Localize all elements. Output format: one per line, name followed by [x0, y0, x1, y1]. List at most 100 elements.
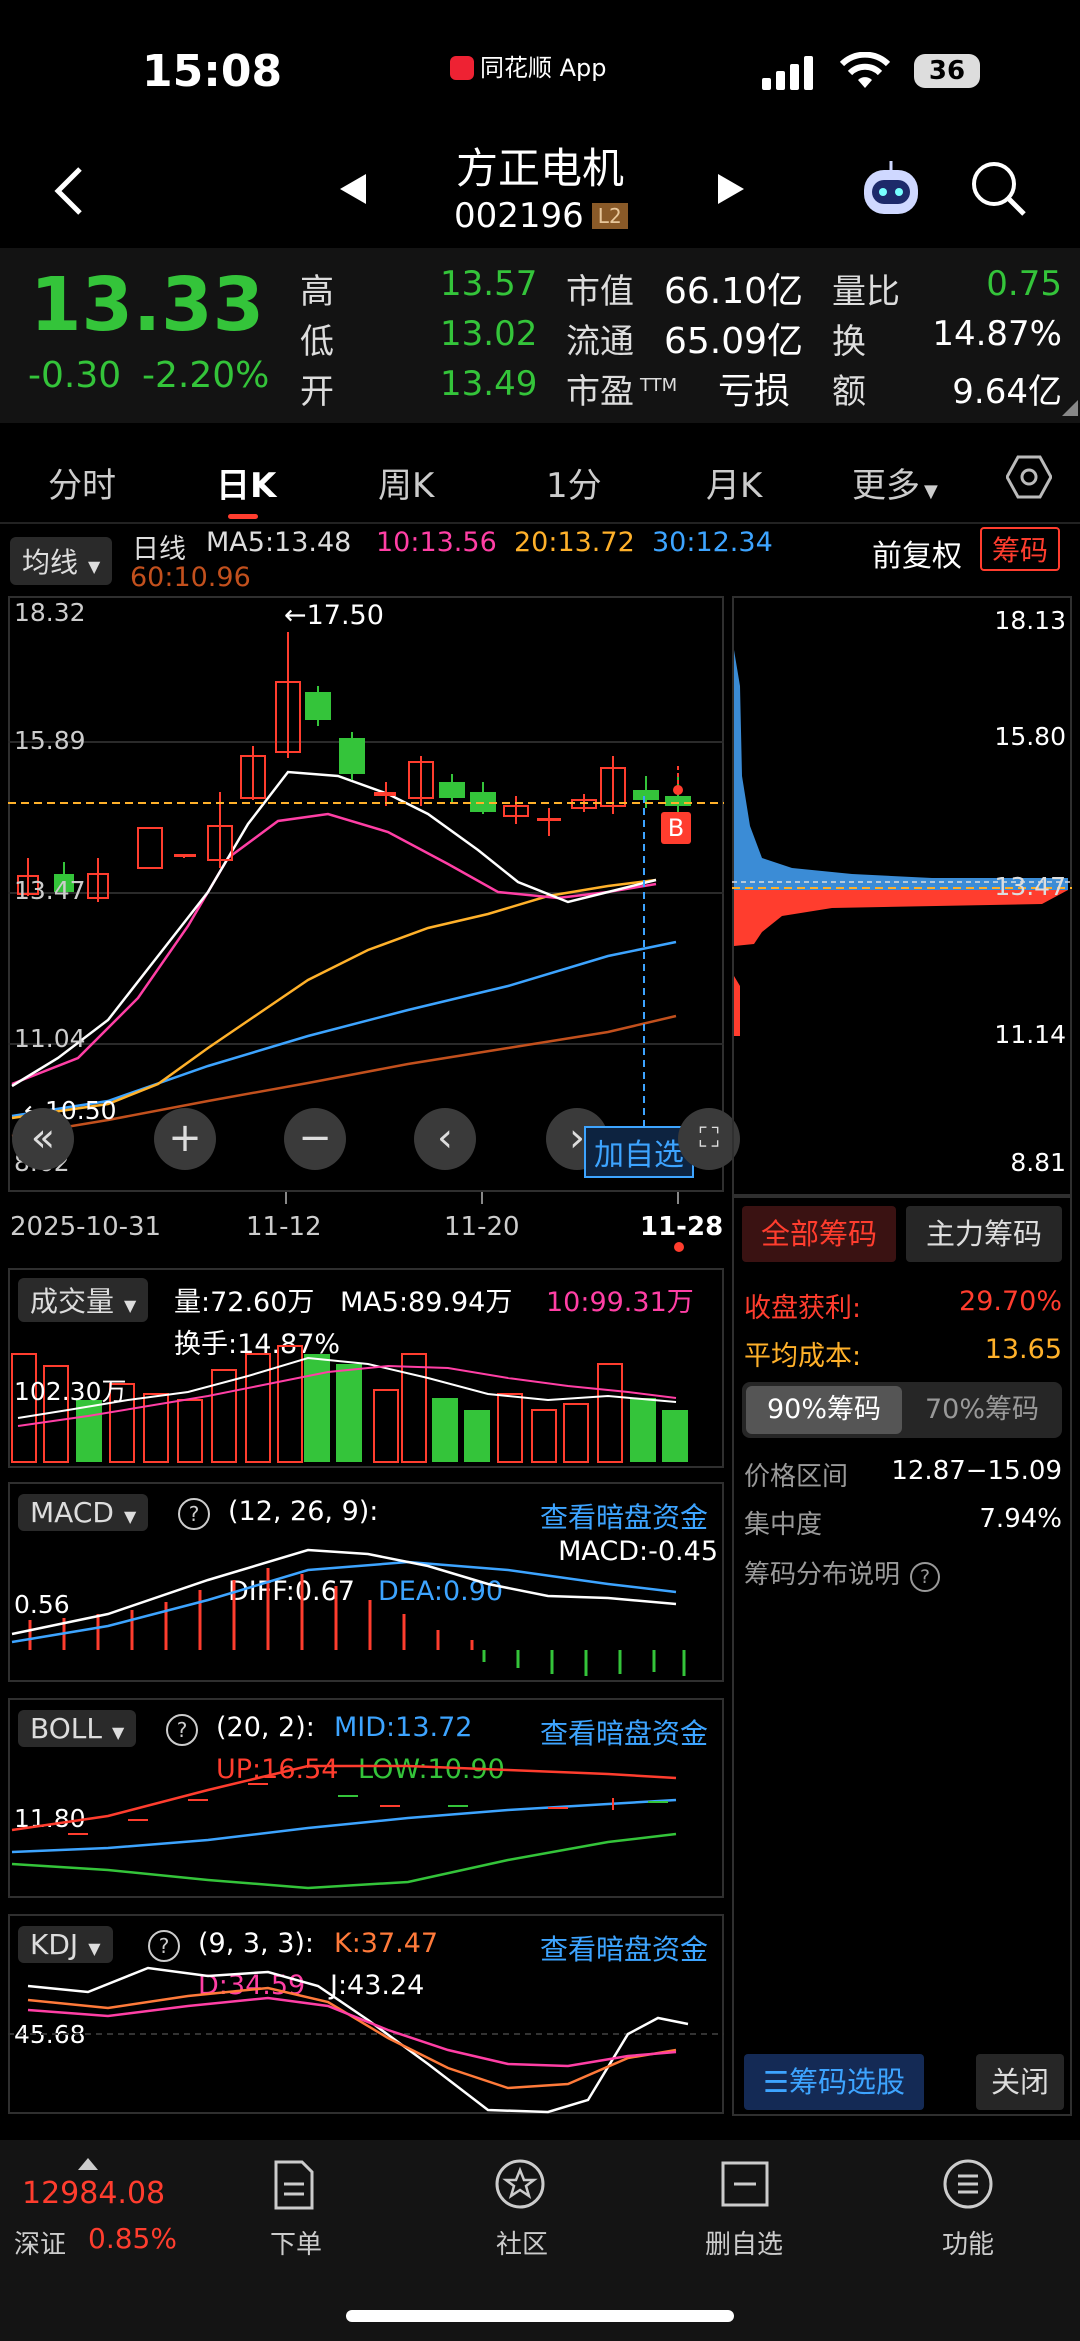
scroll-left-button[interactable]: ‹ — [414, 1108, 476, 1170]
tab-monthly-k[interactable]: 月K — [706, 458, 762, 507]
boll-mid: MID:13.72 — [334, 1712, 473, 1743]
high-label: 高 — [300, 272, 334, 312]
tab-weekly-k[interactable]: 周K — [378, 458, 434, 507]
tab-more[interactable]: 更多 ▼ — [852, 458, 938, 507]
back-to-app[interactable]: 同花顺 App — [450, 48, 607, 83]
ma5-legend: MA5:13.48 — [206, 527, 352, 558]
kdj-params: (9, 3, 3): — [198, 1928, 315, 1959]
volume-ma5: MA5:89.94万 — [340, 1287, 513, 1318]
y-label-top: 18.32 — [14, 598, 86, 627]
tab-intraday[interactable]: 分时 — [48, 458, 116, 507]
l2-badge: L2 — [591, 203, 628, 229]
open-label: 开 — [300, 372, 334, 412]
float-value: 65.09亿 — [664, 321, 804, 362]
y-label-2: 15.89 — [14, 726, 86, 755]
search-icon[interactable] — [970, 160, 1028, 218]
kdj-help-icon[interactable]: ? — [148, 1930, 180, 1962]
chevron-down-icon: ▼ — [88, 1939, 101, 1958]
index-name: 深证 — [14, 2230, 67, 2260]
chevron-down-icon: ▼ — [111, 1723, 125, 1742]
nav-function[interactable]: 功能 — [898, 2224, 1038, 2261]
high-value: 13.57 — [440, 264, 538, 304]
expand-corner-icon[interactable] — [1062, 400, 1078, 416]
chevron-down-icon: ▼ — [124, 1296, 137, 1315]
battery-indicator: 36 — [914, 54, 980, 88]
float-label: 流通 — [566, 322, 634, 362]
pe-value: 亏损 — [718, 371, 791, 412]
macd-chart — [11, 1548, 686, 1676]
scroll-left-fast-button[interactable]: « — [12, 1108, 74, 1170]
date-current: 11-28 — [640, 1212, 724, 1242]
macd-dark-pool-link[interactable]: 查看暗盘资金 — [540, 1496, 718, 1536]
kdj-indicator-select[interactable]: KDJ ▼ — [18, 1926, 113, 1963]
volume-y-label: 102.30万 — [14, 1377, 127, 1406]
pe-label: 市盈 TTM — [566, 372, 678, 412]
macd-params: (12, 26, 9): — [228, 1496, 379, 1527]
macd-indicator-select[interactable]: MACD ▼ — [18, 1494, 149, 1531]
up-triangle-icon — [78, 2158, 98, 2170]
chevron-down-icon: ▼ — [924, 481, 938, 502]
date-2: 11-12 — [246, 1212, 322, 1242]
low-label: 低 — [300, 322, 334, 362]
date-ticks — [285, 1192, 679, 1204]
indicator-select[interactable]: 均线 ▼ — [10, 537, 113, 585]
stock-code: 002196 L2 — [454, 196, 628, 236]
chevron-down-icon: ▼ — [88, 557, 101, 576]
zoom-out-button[interactable]: − — [284, 1108, 346, 1170]
home-indicator[interactable] — [346, 2310, 734, 2322]
community-icon — [495, 2159, 545, 2209]
function-icon — [943, 2159, 993, 2209]
chip-y-top: 18.13 — [994, 606, 1066, 635]
index-value[interactable]: 12984.08 — [22, 2176, 165, 2211]
tab-daily-k[interactable]: 日K — [216, 458, 276, 507]
y-label-3: 13.47 — [14, 876, 86, 905]
settings-hexagon-icon[interactable] — [1006, 455, 1052, 499]
boll-indicator-select[interactable]: BOLL ▼ — [18, 1710, 137, 1747]
y-label-4: 11.04 — [14, 1024, 86, 1053]
active-tab-indicator — [228, 514, 258, 519]
turnover-value: 14.87% — [932, 314, 1062, 354]
chip-y-3: 13.47 — [994, 872, 1066, 901]
remove-watchlist-icon — [721, 2161, 769, 2207]
adjust-select[interactable]: 前复权 — [872, 531, 962, 575]
next-stock-icon[interactable] — [716, 172, 746, 206]
low-value: 13.02 — [440, 314, 538, 354]
nav-order[interactable]: 下单 — [226, 2224, 366, 2261]
macd-help-icon[interactable]: ? — [178, 1498, 210, 1530]
high-marker: ←17.50 — [284, 600, 384, 631]
ma60-legend: 60:10.96 — [130, 562, 251, 593]
zoom-in-button[interactable]: + — [154, 1108, 216, 1170]
app-icon — [450, 56, 474, 80]
order-icon — [274, 2160, 314, 2210]
open-value: 13.49 — [440, 364, 538, 404]
candles — [17, 632, 691, 902]
current-dot — [674, 1242, 684, 1252]
period-label: 日线 — [132, 534, 186, 565]
turnover-label: 换 — [832, 322, 866, 362]
ma10-legend: 10:13.56 — [376, 527, 497, 558]
vol-ratio-label: 量比 — [832, 272, 900, 312]
boll-chart — [11, 1764, 677, 1890]
index-pct: 0.85% — [88, 2222, 177, 2255]
chip-y-bottom: 8.81 — [1010, 1148, 1066, 1177]
amount-label: 额 — [832, 372, 866, 412]
buy-marker[interactable]: B — [661, 812, 691, 844]
date-3: 11-20 — [444, 1212, 520, 1242]
date-start: 2025-10-31 — [10, 1212, 162, 1242]
chip-toggle-button[interactable]: 筹码 — [980, 527, 1061, 571]
ma30-legend: 30:12.34 — [652, 527, 773, 558]
tab-1min[interactable]: 1分 — [546, 458, 602, 507]
volume-indicator-select[interactable]: 成交量 ▼ — [18, 1278, 149, 1322]
wifi-icon — [840, 52, 890, 88]
boll-dark-pool-link[interactable]: 查看暗盘资金 — [540, 1712, 708, 1752]
vol-ratio-value: 0.75 — [986, 264, 1062, 304]
volume-value: 量:72.60万 — [174, 1287, 315, 1318]
fullscreen-button[interactable]: ⛶ — [678, 1108, 740, 1170]
ma20-legend: 20:13.72 — [514, 527, 635, 558]
last-price: 13.33 — [30, 262, 265, 348]
mktcap-label: 市值 — [566, 272, 634, 312]
robot-assistant-icon[interactable] — [858, 158, 924, 220]
nav-community[interactable]: 社区 — [452, 2224, 592, 2261]
boll-help-icon[interactable]: ? — [166, 1714, 198, 1746]
nav-remove-watchlist[interactable]: 删自选 — [674, 2224, 814, 2261]
